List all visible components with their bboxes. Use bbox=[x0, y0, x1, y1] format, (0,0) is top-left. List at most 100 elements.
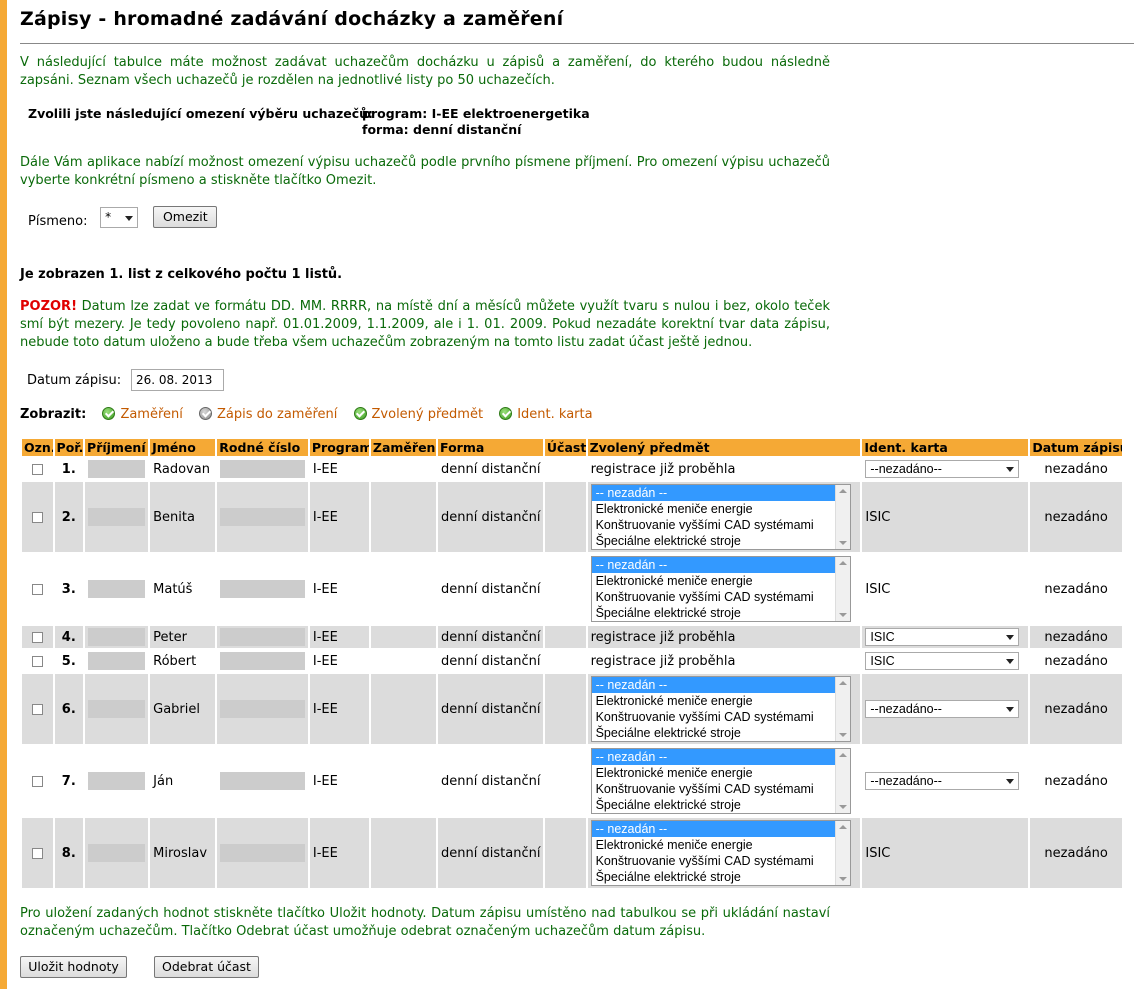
legend-item-zapis[interactable]: Zápis do zaměření bbox=[199, 407, 337, 422]
scroll-up-icon bbox=[838, 489, 847, 493]
ident-card-cell: ISIC bbox=[862, 482, 1029, 552]
subject-option[interactable]: Elektronické meniče energie bbox=[592, 501, 850, 517]
omezit-button[interactable]: Omezit bbox=[153, 206, 218, 228]
redacted-surname bbox=[88, 844, 146, 862]
subject-listbox[interactable]: -- nezadán -- Elektronické meniče energie… bbox=[590, 676, 851, 742]
redacted-surname bbox=[88, 772, 146, 790]
row-checkbox-cell bbox=[22, 674, 53, 744]
redacted-birth-number bbox=[220, 580, 305, 598]
row-checkbox-cell bbox=[22, 818, 53, 888]
row-checkbox[interactable] bbox=[31, 703, 43, 715]
row-checkbox[interactable] bbox=[31, 583, 43, 595]
subject-option[interactable]: -- nezadán -- bbox=[591, 557, 850, 573]
subject-cell: registrace již proběhla bbox=[587, 650, 861, 672]
row-checkbox[interactable] bbox=[31, 847, 43, 859]
subject-option[interactable]: -- nezadán -- bbox=[591, 485, 850, 501]
subject-status: registrace již proběhla bbox=[590, 461, 736, 477]
page-title: Zápisy - hromadné zadávání docházky a za… bbox=[20, 8, 564, 30]
table-row: 6. Gabriel I-EE denní distanční -- nezadán -… bbox=[22, 674, 1122, 744]
row-checkbox-cell bbox=[22, 650, 53, 672]
legend-item-karta[interactable]: Ident. karta bbox=[499, 407, 593, 422]
subject-option[interactable]: Konštruovanie vyššími CAD systémami bbox=[592, 853, 850, 869]
subject-option[interactable]: -- nezadán -- bbox=[591, 749, 850, 765]
legend-label: Zobrazit: bbox=[20, 407, 87, 422]
datum-input[interactable]: 26. 08. 2013 bbox=[131, 369, 224, 391]
subject-option[interactable]: Špeciálne elektrické stroje bbox=[592, 605, 850, 621]
legend-item-zamereni[interactable]: Zaměření bbox=[102, 407, 183, 422]
program: I-EE bbox=[309, 650, 369, 672]
subject-option[interactable]: -- nezadán -- bbox=[591, 677, 850, 693]
subject-option[interactable]: Konštruovanie vyššími CAD systémami bbox=[592, 781, 850, 797]
check-icon bbox=[102, 407, 116, 420]
row-checkbox[interactable] bbox=[31, 511, 43, 523]
scroll-down-icon bbox=[838, 733, 847, 737]
ident-card-value: ISIC bbox=[865, 509, 891, 525]
row-checkbox[interactable] bbox=[31, 655, 43, 667]
listbox-scrollbar[interactable] bbox=[834, 677, 850, 741]
ucast-cell bbox=[544, 626, 586, 648]
column-header-prijmeni: Příjmení bbox=[85, 439, 149, 456]
warning-body: Datum lze zadat ve formátu DD. MM. RRRR,… bbox=[20, 299, 830, 350]
ucast-cell bbox=[544, 554, 586, 624]
ident-card-select[interactable]: ISIC bbox=[865, 628, 1020, 646]
subject-option[interactable]: Špeciálne elektrické stroje bbox=[592, 725, 850, 741]
subject-cell: -- nezadán -- Elektronické meniče energie… bbox=[587, 554, 861, 624]
subject-option[interactable]: Elektronické meniče energie bbox=[592, 693, 850, 709]
listbox-scrollbar[interactable] bbox=[834, 485, 850, 549]
ident-card-select[interactable]: ISIC bbox=[865, 652, 1020, 670]
redacted-surname bbox=[88, 580, 146, 598]
ident-card-cell: ISIC bbox=[862, 554, 1029, 624]
check-icon bbox=[353, 407, 367, 420]
listbox-scrollbar[interactable] bbox=[834, 557, 850, 621]
row-checkbox[interactable] bbox=[31, 463, 43, 475]
program: I-EE bbox=[309, 626, 369, 648]
subject-option[interactable]: Elektronické meniče energie bbox=[592, 837, 850, 853]
subject-option[interactable]: Elektronické meniče energie bbox=[592, 573, 850, 589]
ucast-cell bbox=[544, 818, 586, 888]
subject-option[interactable]: Špeciálne elektrické stroje bbox=[592, 869, 850, 885]
subject-option[interactable]: Špeciálne elektrické stroje bbox=[592, 797, 850, 813]
table-row: 2. Benita I-EE denní distanční -- nezadán --… bbox=[22, 482, 1122, 552]
birth-number-cell bbox=[217, 626, 308, 648]
redacted-birth-number bbox=[220, 508, 305, 526]
pismeno-select[interactable]: * bbox=[100, 207, 139, 228]
datum-label: Datum zápisu: bbox=[27, 373, 122, 388]
subject-listbox[interactable]: -- nezadán -- Elektronické meniče energie… bbox=[590, 556, 851, 622]
subject-option[interactable]: Konštruovanie vyššími CAD systémami bbox=[592, 517, 850, 533]
program: I-EE bbox=[309, 482, 369, 552]
row-checkbox[interactable] bbox=[31, 775, 43, 787]
ident-card-select[interactable]: --nezadáno-- bbox=[865, 700, 1020, 718]
legend-item-predmet[interactable]: Zvolený předmět bbox=[353, 407, 483, 422]
filter-forma: forma: denní distanční bbox=[362, 122, 522, 137]
chevron-down-icon bbox=[1006, 707, 1015, 712]
zamereni-cell bbox=[370, 746, 437, 816]
subject-listbox[interactable]: -- nezadán -- Elektronické meniče energie… bbox=[590, 748, 851, 814]
subject-option[interactable]: Špeciálne elektrické stroje bbox=[592, 533, 850, 549]
column-header-ucast: Účast bbox=[544, 439, 586, 456]
subject-listbox[interactable]: -- nezadán -- Elektronické meniče energie… bbox=[590, 484, 851, 550]
column-header-ozn: Ozn. bbox=[22, 439, 53, 456]
ident-card-select[interactable]: --nezadáno-- bbox=[865, 772, 1020, 790]
subject-option[interactable]: Elektronické meniče energie bbox=[592, 765, 850, 781]
remove-attendance-button[interactable]: Odebrat účast bbox=[154, 956, 259, 978]
row-number: 3. bbox=[54, 554, 84, 624]
subject-option[interactable]: Konštruovanie vyššími CAD systémami bbox=[592, 709, 850, 725]
birth-number-cell bbox=[217, 554, 308, 624]
subject-listbox[interactable]: -- nezadán -- Elektronické meniče energie… bbox=[590, 820, 851, 886]
subject-option[interactable]: Konštruovanie vyššími CAD systémami bbox=[592, 589, 850, 605]
first-name: Ján bbox=[150, 746, 216, 816]
save-button[interactable]: Uložit hodnoty bbox=[20, 956, 127, 978]
redacted-surname bbox=[88, 652, 146, 670]
ident-card-select[interactable]: --nezadáno-- bbox=[865, 460, 1020, 478]
surname-cell bbox=[85, 818, 149, 888]
applicants-table: Ozn. Poř. Příjmení Jméno Rodné číslo Program Z… bbox=[20, 437, 1124, 890]
table-header-row: Ozn. Poř. Příjmení Jméno Rodné číslo Program Z… bbox=[22, 439, 1122, 456]
first-name: Miroslav bbox=[150, 818, 216, 888]
subject-option[interactable]: -- nezadán -- bbox=[591, 821, 850, 837]
row-number: 5. bbox=[54, 650, 84, 672]
row-checkbox[interactable] bbox=[31, 631, 43, 643]
listbox-scrollbar[interactable] bbox=[834, 749, 850, 813]
listbox-scrollbar[interactable] bbox=[834, 821, 850, 885]
table-row: 5. Róbert I-EE denní distanční registrace ji… bbox=[22, 650, 1122, 672]
birth-number-cell bbox=[217, 482, 308, 552]
